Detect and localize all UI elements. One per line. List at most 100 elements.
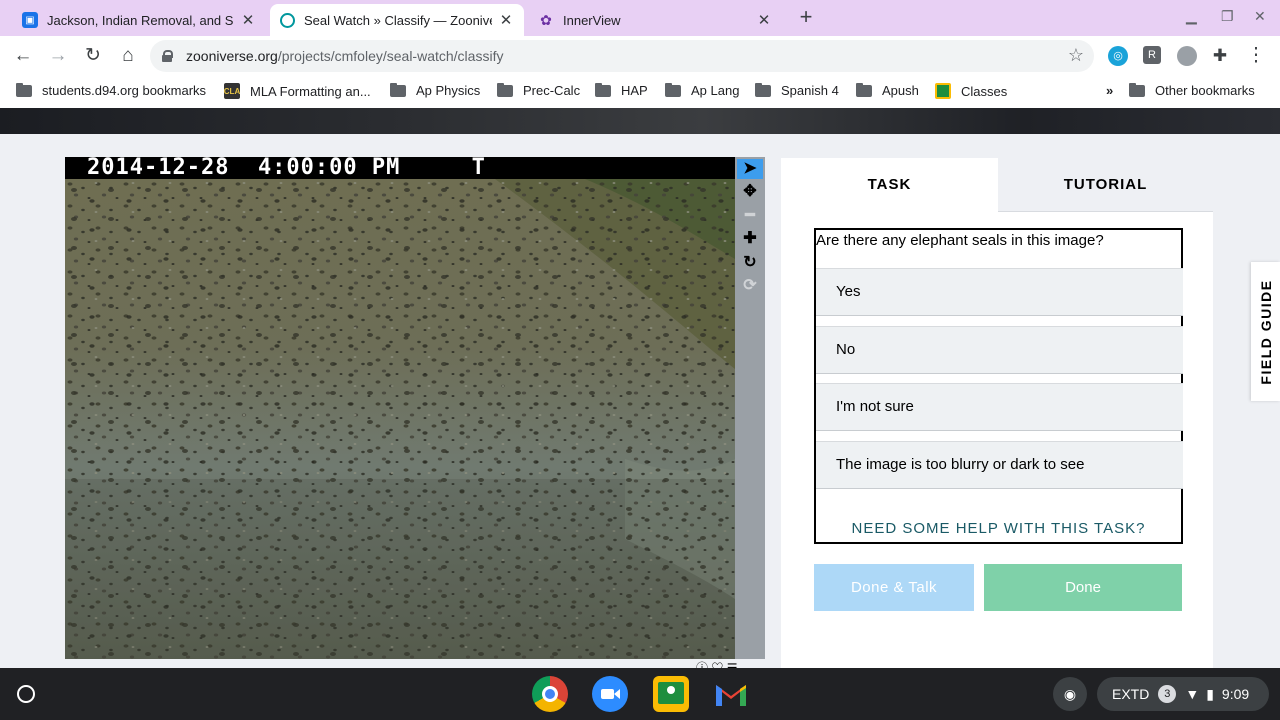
classroom-icon: ▣	[22, 12, 38, 28]
bookmark-label: HAP	[621, 83, 648, 98]
reset-tool[interactable]: ⟳	[737, 276, 763, 296]
forward-icon[interactable]: →	[46, 44, 70, 68]
menu-kebab-icon[interactable]: ⋮	[1244, 44, 1268, 68]
task-help-link[interactable]: NEED SOME HELP WITH THIS TASK?	[816, 520, 1181, 537]
status-tray[interactable]: EXTD 3 ▼ ▮ 9:09	[1097, 677, 1269, 711]
close-window-icon[interactable]: ✕	[1254, 8, 1266, 25]
tab-task[interactable]: TASK	[781, 158, 998, 212]
browser-tab-strip: ▣ Jackson, Indian Removal, and Su ✕ Seal…	[0, 0, 1280, 36]
innerview-icon: ✿	[540, 11, 552, 28]
done-and-talk-button[interactable]: Done & Talk	[814, 564, 974, 611]
bookmarks-bar: students.d94.org bookmarks CLA MLA Forma…	[0, 76, 1280, 108]
subject-viewer[interactable]: 2014-12-28 4:00:00 PM T	[65, 157, 735, 659]
new-tab-button[interactable]: +	[794, 6, 818, 30]
extension-r-icon[interactable]: R	[1143, 46, 1161, 64]
folder-icon	[390, 82, 406, 97]
clock: 9:09	[1221, 686, 1250, 702]
tab-tutorial[interactable]: TUTORIAL	[998, 158, 1213, 212]
tab-innerview[interactable]: ✿ InnerView ✕	[528, 4, 782, 36]
wifi-icon: ▼	[1185, 686, 1200, 702]
cla-icon: CLA	[224, 83, 240, 99]
address-bar[interactable]: zooniverse.org /projects/cmfoley/seal-wa…	[150, 40, 1094, 72]
extension-grey-icon[interactable]	[1177, 46, 1197, 66]
task-question: Are there any elephant seals in this ima…	[816, 232, 1104, 249]
tab-title: Seal Watch » Classify — Zooniver	[304, 12, 492, 28]
bookmark-label: Apush	[882, 83, 919, 98]
bookmark-mla[interactable]: CLA MLA Formatting an...	[224, 83, 371, 99]
bookmark-manager-icon	[16, 82, 32, 97]
display-mode-label: EXTD	[1112, 686, 1150, 702]
more-bookmarks-chevron[interactable]: »	[1106, 83, 1113, 98]
bookmark-label: Other bookmarks	[1155, 83, 1255, 98]
zoom-icon[interactable]	[592, 676, 628, 712]
url-path: /projects/cmfoley/seal-watch/classify	[277, 48, 504, 64]
folder-icon	[755, 82, 771, 97]
close-icon[interactable]: ✕	[756, 11, 772, 29]
bookmark-label: Ap Lang	[691, 83, 740, 98]
close-icon[interactable]: ✕	[240, 11, 256, 29]
tab-title: Jackson, Indian Removal, and Su	[47, 12, 234, 28]
tab-title: InnerView	[563, 12, 621, 28]
folder-icon	[595, 82, 611, 97]
tab-seal-watch[interactable]: Seal Watch » Classify — Zooniver ✕	[270, 4, 524, 36]
classroom-icon	[935, 83, 951, 99]
minimize-icon[interactable]: ▁	[1186, 8, 1197, 25]
zoom-out-tool[interactable]: ━	[737, 206, 763, 226]
task-question-box: Are there any elephant seals in this ima…	[814, 228, 1183, 544]
browser-toolbar: ← → ↻ ⌂ zooniverse.org /projects/cmfoley…	[0, 36, 1280, 76]
answer-yes[interactable]: Yes	[816, 268, 1183, 316]
site-header-banner	[0, 108, 1280, 134]
folder-icon	[1129, 82, 1145, 97]
url-host: zooniverse.org	[186, 48, 278, 64]
bookmark-star-icon[interactable]: ☆	[1068, 45, 1084, 66]
bookmark-label: Classes	[961, 83, 1008, 99]
bookmark-folder-hap[interactable]: HAP	[595, 82, 648, 98]
bookmark-folder-spanish-4[interactable]: Spanish 4	[755, 82, 839, 98]
gmail-icon[interactable]	[713, 676, 749, 712]
zooniverse-icon	[280, 12, 295, 28]
answer-no[interactable]: No	[816, 326, 1183, 374]
tab-jackson[interactable]: ▣ Jackson, Indian Removal, and Su ✕	[12, 4, 266, 36]
image-toolbar: ➤ ✥ ━ ✚ ↻ ⟳	[735, 157, 765, 659]
bookmark-classes[interactable]: Classes	[935, 83, 1007, 99]
media-control-icon[interactable]: ◉	[1053, 677, 1087, 711]
bookmark-folder-apush[interactable]: Apush	[856, 82, 919, 98]
battery-icon: ▮	[1206, 685, 1214, 702]
launcher-icon[interactable]	[17, 685, 35, 703]
field-guide-tab[interactable]: FIELD GUIDE	[1251, 262, 1280, 401]
bookmark-other[interactable]: Other bookmarks	[1129, 82, 1255, 98]
reload-icon[interactable]: ↻	[81, 44, 105, 68]
back-icon[interactable]: ←	[11, 44, 35, 68]
extensions-puzzle-icon[interactable]: ✚	[1208, 44, 1232, 68]
restore-icon[interactable]: ❐	[1221, 8, 1234, 25]
bookmark-folder-ap-physics[interactable]: Ap Physics	[390, 82, 480, 98]
chrome-icon[interactable]	[532, 676, 568, 712]
notification-count-badge: 3	[1158, 685, 1177, 703]
camera-timestamp: 2014-12-28 4:00:00 PM T	[65, 157, 735, 179]
os-shelf: ◉ EXTD 3 ▼ ▮ 9:09	[0, 668, 1280, 720]
pointer-tool[interactable]: ➤	[737, 159, 763, 179]
bookmark-label: students.d94.org bookmarks	[42, 83, 207, 98]
rotate-tool[interactable]: ↻	[737, 253, 763, 273]
folder-icon	[665, 82, 681, 97]
home-icon[interactable]: ⌂	[116, 44, 140, 68]
zoom-in-tool[interactable]: ✚	[737, 229, 763, 249]
bookmark-label: Spanish 4	[781, 83, 839, 98]
bookmark-label: Prec-Calc	[523, 83, 581, 98]
close-icon[interactable]: ✕	[498, 11, 514, 29]
done-button[interactable]: Done	[984, 564, 1182, 611]
bookmark-label: MLA Formatting an...	[250, 83, 371, 99]
bookmark-students[interactable]: students.d94.org bookmarks	[16, 82, 207, 98]
folder-icon	[497, 82, 513, 97]
bookmark-folder-ap-lang[interactable]: Ap Lang	[665, 82, 740, 98]
answer-too-blurry[interactable]: The image is too blurry or dark to see	[816, 441, 1183, 489]
move-tool[interactable]: ✥	[737, 182, 763, 202]
field-guide-label: FIELD GUIDE	[1257, 278, 1274, 385]
bookmark-folder-prec-calc[interactable]: Prec-Calc	[497, 82, 581, 98]
lock-icon	[162, 50, 173, 62]
folder-icon	[856, 82, 872, 97]
extension-blue-icon[interactable]: ◎	[1108, 46, 1128, 66]
subject-image[interactable]	[65, 179, 735, 659]
answer-not-sure[interactable]: I'm not sure	[816, 383, 1183, 431]
google-classroom-icon[interactable]	[653, 676, 689, 712]
